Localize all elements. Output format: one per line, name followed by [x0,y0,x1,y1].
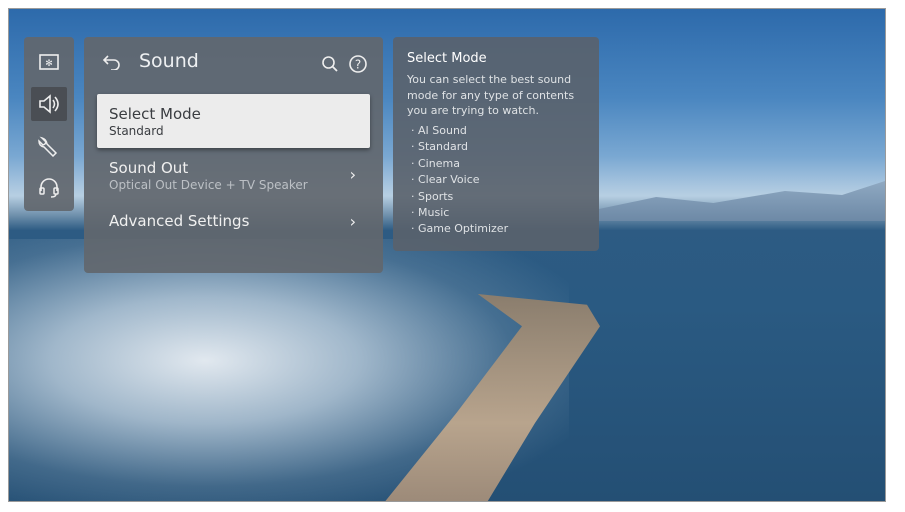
sidebar-item-picture[interactable]: ✻ [31,45,67,79]
settings-sidebar: ✻ [24,37,74,211]
svg-text:✻: ✻ [45,59,53,69]
menu-item-advanced-settings[interactable]: Advanced Settings › [97,212,370,238]
help-title: Select Mode [407,51,487,66]
search-icon[interactable] [321,55,339,73]
menu-item-value: Standard [109,124,164,138]
help-option: AI Sound [411,123,508,139]
sidebar-item-sound[interactable] [31,87,67,121]
sidebar-item-general[interactable] [31,129,67,163]
help-option: Clear Voice [411,172,508,188]
back-arrow-icon[interactable] [102,54,122,70]
chevron-right-icon: › [349,165,356,184]
speaker-icon [39,94,59,114]
background-mountains [599,181,885,221]
chevron-right-icon: › [349,212,356,231]
help-option: Cinema [411,156,508,172]
sound-menu-panel: Sound ? Select Mode Standard Sound Out O… [84,37,383,273]
headset-icon [39,178,59,198]
tv-screen: ✻ Sound ? Select Mode Standard Sound Out [8,8,886,502]
menu-item-label: Sound Out [109,159,189,177]
help-option: Sports [411,189,508,205]
page-title: Sound [139,50,199,72]
help-option: Music [411,205,508,221]
menu-item-label: Select Mode [109,105,201,123]
picture-icon: ✻ [39,54,59,70]
wrench-icon [38,136,58,157]
help-panel: Select Mode You can select the best soun… [393,37,599,251]
menu-item-label: Advanced Settings [109,212,250,230]
help-option: Standard [411,139,508,155]
help-description: You can select the best sound mode for a… [407,73,575,117]
menu-item-value: Optical Out Device + TV Speaker [109,178,308,192]
help-options-list: AI Sound Standard Cinema Clear Voice Spo… [411,123,508,238]
help-icon[interactable]: ? [348,54,368,74]
help-option: Game Optimizer [411,221,508,237]
menu-item-select-mode[interactable]: Select Mode Standard [97,94,370,148]
menu-header: Sound ? [84,37,383,89]
menu-item-sound-out[interactable]: Sound Out Optical Out Device + TV Speake… [97,159,370,199]
sidebar-item-support[interactable] [31,171,67,205]
svg-text:?: ? [355,58,361,72]
